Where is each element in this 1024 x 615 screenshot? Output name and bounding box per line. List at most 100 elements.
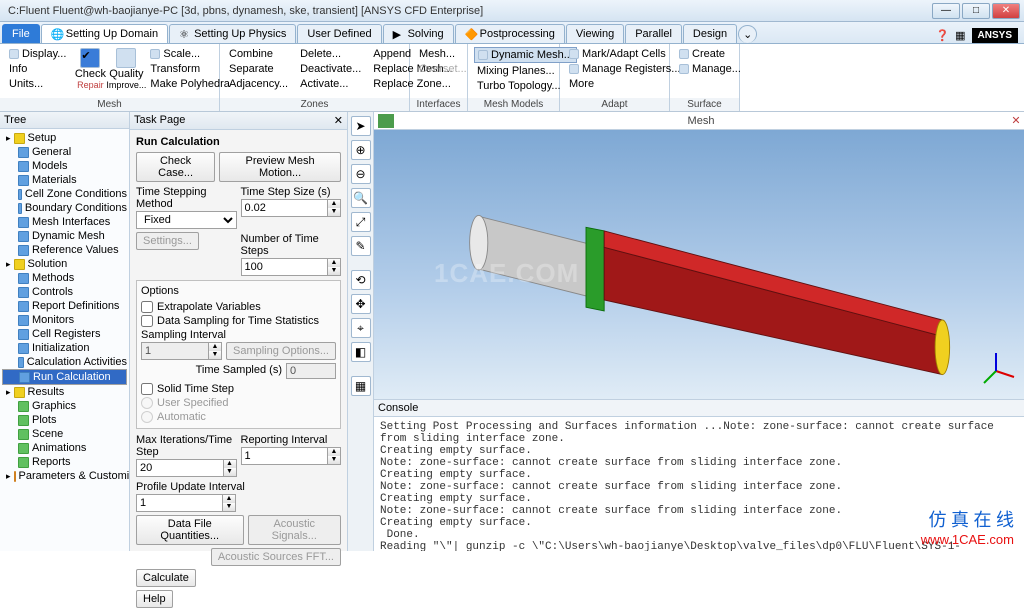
manage-registers-button[interactable]: Manage Registers... bbox=[566, 62, 683, 76]
tsm-label: Time Stepping Method bbox=[136, 185, 237, 211]
delete-button[interactable]: Delete... bbox=[297, 47, 364, 61]
tree-node[interactable]: Report Definitions bbox=[2, 299, 127, 313]
num-time-steps-input[interactable] bbox=[241, 258, 329, 276]
tab-setting-up-physics[interactable]: ⚛Setting Up Physics bbox=[169, 24, 296, 43]
tree-node[interactable]: Calculation Activities bbox=[2, 355, 127, 369]
tree-node[interactable]: ▸Solution bbox=[2, 257, 127, 271]
combine-button[interactable]: Combine bbox=[226, 47, 291, 61]
tree-node[interactable]: Plots bbox=[2, 413, 127, 427]
tab-expand[interactable]: ⌄ bbox=[738, 25, 757, 43]
manage-surface-button[interactable]: Manage... bbox=[676, 62, 744, 76]
tree-node[interactable]: Run Calculation bbox=[2, 369, 127, 385]
check-case-button[interactable]: Check Case... bbox=[136, 152, 215, 182]
pointer-tool[interactable]: ➤ bbox=[351, 116, 371, 136]
tree-icon bbox=[18, 357, 24, 368]
tree-node[interactable]: Graphics bbox=[2, 399, 127, 413]
units-button[interactable]: Units... bbox=[6, 77, 69, 91]
deactivate-button[interactable]: Deactivate... bbox=[297, 62, 364, 76]
tree-node[interactable]: Boundary Conditions bbox=[2, 201, 127, 215]
tab-setting-up-domain[interactable]: 🌐Setting Up Domain bbox=[41, 24, 168, 43]
interfaces-mesh-button[interactable]: Mesh... bbox=[416, 47, 470, 61]
tab-parallel[interactable]: Parallel bbox=[625, 24, 682, 43]
fit-tool[interactable]: ⤢ bbox=[351, 212, 371, 232]
ribbon-tabbar: File 🌐Setting Up Domain ⚛Setting Up Phys… bbox=[0, 22, 1024, 44]
tree-label: Calculation Activities bbox=[27, 356, 127, 368]
tab-postprocessing[interactable]: 🔶Postprocessing bbox=[455, 24, 565, 43]
tree-node[interactable]: Dynamic Mesh bbox=[2, 229, 127, 243]
tree-node[interactable]: General bbox=[2, 145, 127, 159]
separate-button[interactable]: Separate bbox=[226, 62, 291, 76]
probe-tool[interactable]: ✎ bbox=[351, 236, 371, 256]
max-iter-input[interactable] bbox=[136, 459, 224, 477]
tab-solving[interactable]: ▶Solving bbox=[383, 24, 454, 43]
extrapolate-checkbox[interactable]: Extrapolate Variables bbox=[141, 300, 336, 314]
close-button[interactable]: ✕ bbox=[992, 3, 1020, 19]
zoom-out-tool[interactable]: ⊖ bbox=[351, 164, 371, 184]
check-button[interactable]: ✔CheckRepair bbox=[73, 46, 107, 92]
tree-node[interactable]: ▸Setup bbox=[2, 131, 127, 145]
tree-label: Results bbox=[28, 386, 65, 398]
options-label: Options bbox=[141, 285, 336, 297]
tree-node[interactable]: Scene bbox=[2, 427, 127, 441]
tree-body[interactable]: ▸SetupGeneralModelsMaterialsCell Zone Co… bbox=[0, 129, 129, 485]
tree-node[interactable]: ▸Results bbox=[2, 385, 127, 399]
label: Mixing Planes... bbox=[477, 65, 555, 77]
tree-node[interactable]: ▸Parameters & Customiz... bbox=[2, 469, 127, 483]
more-adapt-button[interactable]: More bbox=[566, 77, 683, 91]
tree-node[interactable]: Reports bbox=[2, 455, 127, 469]
zoom-box-tool[interactable]: 🔍 bbox=[351, 188, 371, 208]
tab-design[interactable]: Design bbox=[683, 24, 737, 43]
time-step-size-input[interactable] bbox=[241, 199, 329, 217]
tab-file[interactable]: File bbox=[2, 24, 40, 43]
tree-label: Scene bbox=[32, 428, 63, 440]
tree-node[interactable]: Models bbox=[2, 159, 127, 173]
tree-node[interactable]: Animations bbox=[2, 441, 127, 455]
canvas-3d[interactable]: 1CAE.COM bbox=[374, 130, 1024, 399]
tree-label: Animations bbox=[32, 442, 86, 454]
axis-tool[interactable]: ⌖ bbox=[351, 318, 371, 338]
help-icon[interactable]: ❓ bbox=[935, 29, 949, 42]
preview-mesh-button[interactable]: Preview Mesh Motion... bbox=[219, 152, 341, 182]
activate-button[interactable]: Activate... bbox=[297, 77, 364, 91]
label: More bbox=[569, 78, 594, 90]
sampling-interval-input[interactable] bbox=[141, 342, 209, 360]
layout-icon[interactable]: ▦ bbox=[955, 29, 965, 42]
tree-node[interactable]: Materials bbox=[2, 173, 127, 187]
time-stepping-select[interactable]: Fixed bbox=[136, 211, 237, 229]
tree-node[interactable]: Cell Zone Conditions bbox=[2, 187, 127, 201]
tree-node[interactable]: Cell Registers bbox=[2, 327, 127, 341]
display-button[interactable]: Display... bbox=[6, 47, 69, 61]
info-button[interactable]: Info bbox=[6, 62, 69, 76]
tree-node[interactable]: Reference Values bbox=[2, 243, 127, 257]
maximize-button[interactable]: □ bbox=[962, 3, 990, 19]
spinner[interactable]: ▲▼ bbox=[328, 258, 341, 276]
cube-tool[interactable]: ◧ bbox=[351, 342, 371, 362]
tab-viewing[interactable]: Viewing bbox=[566, 24, 624, 43]
layout-tool[interactable]: ▦ bbox=[351, 376, 371, 396]
group-title-surface: Surface bbox=[670, 98, 739, 111]
minimize-button[interactable]: — bbox=[932, 3, 960, 19]
tab-user-defined[interactable]: User Defined bbox=[297, 24, 381, 43]
tree-node[interactable]: Initialization bbox=[2, 341, 127, 355]
pan-tool[interactable]: ✥ bbox=[351, 294, 371, 314]
tree-node[interactable]: Mesh Interfaces bbox=[2, 215, 127, 229]
rotate-tool[interactable]: ⟲ bbox=[351, 270, 371, 290]
tree-node[interactable]: Methods bbox=[2, 271, 127, 285]
solid-ts-checkbox[interactable]: Solid Time Step bbox=[141, 382, 336, 396]
create-surface-button[interactable]: Create bbox=[676, 47, 744, 61]
viewport-close-icon[interactable]: ✕ bbox=[1008, 114, 1024, 127]
task-close-icon[interactable]: ✕ bbox=[334, 114, 343, 127]
sampling-checkbox[interactable]: Data Sampling for Time Statistics bbox=[141, 314, 336, 328]
mark-adapt-button[interactable]: Mark/Adapt Cells bbox=[566, 47, 683, 61]
rep-int-input[interactable] bbox=[241, 447, 329, 465]
tree-node[interactable]: Monitors bbox=[2, 313, 127, 327]
adjacency-button[interactable]: Adjacency... bbox=[226, 77, 291, 91]
zoom-in-tool[interactable]: ⊕ bbox=[351, 140, 371, 160]
calculate-button[interactable]: Calculate bbox=[136, 569, 196, 587]
data-file-quantities-button[interactable]: Data File Quantities... bbox=[136, 515, 244, 545]
spinner[interactable]: ▲▼ bbox=[328, 199, 341, 217]
help-button[interactable]: Help bbox=[136, 590, 173, 608]
tree-node[interactable]: Controls bbox=[2, 285, 127, 299]
profile-interval-input[interactable] bbox=[136, 494, 223, 512]
quality-button[interactable]: QualityImprove... bbox=[109, 46, 143, 92]
